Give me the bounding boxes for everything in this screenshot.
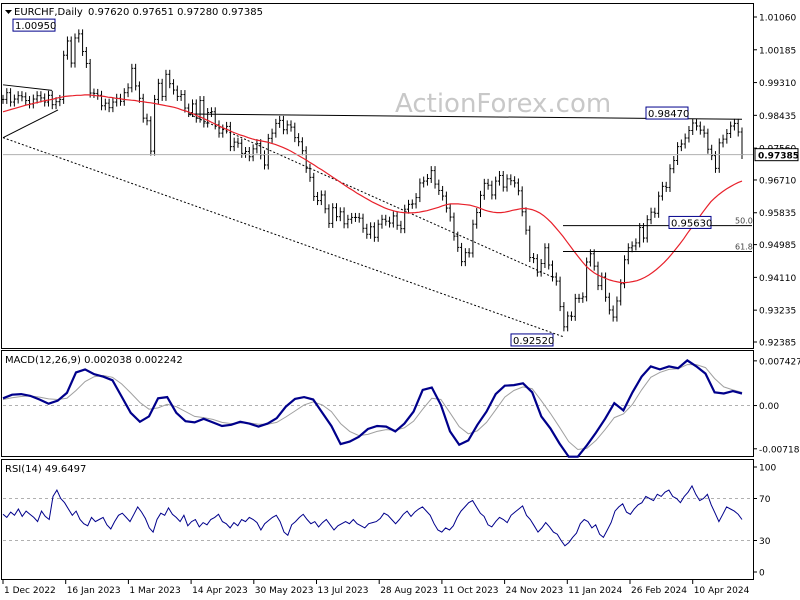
time-tick-label: 16 Jan 2023: [67, 586, 121, 596]
macd-panel-frame: [1, 350, 754, 457]
price-y-tick-label: 0.94985: [759, 241, 796, 251]
price-y-tick-label: 0.94110: [759, 274, 796, 284]
macd-panel: MACD(12,26,9) 0.002038 0.002242 0.007427…: [1, 350, 800, 458]
price-level-label: 0.95630: [671, 218, 712, 229]
price-level-label: 0.92520: [513, 336, 554, 347]
fib-level-label: 61.8: [735, 243, 753, 252]
macd-y-tick-label: -0.007186: [759, 445, 800, 455]
macd-y-tick-label: 0.00: [759, 402, 779, 412]
price-y-tick-label: 0.99310: [759, 79, 796, 89]
price-y-tick-label: 1.01060: [759, 14, 796, 24]
price-y-tick-label: 0.92385: [759, 339, 796, 349]
time-tick-label: 24 Nov 2023: [506, 586, 564, 596]
rsi-y-tick-label: 100: [759, 464, 776, 474]
time-tick-label: 1 Dec 2022: [4, 586, 56, 596]
time-tick-label: 13 Jul 2023: [318, 586, 369, 596]
current-price-label: 0.97385: [758, 152, 799, 162]
ohlc-readout: 0.97620 0.97651 0.97280 0.97385: [88, 7, 263, 18]
rsi-y-tick-label: 70: [759, 495, 771, 505]
price-y-axis: 1.010601.001850.993100.984350.975600.967…: [753, 14, 796, 349]
header: EURCHF,Daily 0.97620 0.97651 0.97280 0.9…: [5, 7, 263, 18]
rsi-y-tick-label: 30: [759, 537, 771, 547]
time-tick-label: 11 Oct 2023: [443, 586, 499, 596]
time-tick-label: 11 Jan 2024: [568, 586, 622, 596]
time-tick-label: 26 Feb 2024: [631, 586, 687, 596]
macd-title: MACD(12,26,9) 0.002038 0.002242: [5, 355, 183, 366]
price-panel-frame: [1, 3, 754, 349]
rsi-panel-frame: [1, 459, 754, 580]
rsi-y-tick-label: 0: [759, 569, 765, 579]
fib-level-label: 50.0: [735, 217, 753, 226]
price-y-tick-label: 0.93235: [759, 307, 796, 317]
rsi-title: RSI(14) 49.6497: [5, 464, 86, 475]
time-tick-label: 1 Mar 2023: [129, 586, 180, 596]
time-tick-label: 30 May 2023: [255, 586, 314, 596]
price-panel: 1.010601.001850.993100.984350.975600.967…: [1, 3, 799, 349]
watermark: ActionForex.com: [395, 89, 611, 119]
price-y-tick-label: 0.98435: [759, 112, 796, 122]
time-tick-label: 14 Apr 2023: [192, 586, 248, 596]
price-y-tick-label: 1.00185: [759, 46, 796, 56]
macd-y-tick-label: 0.007427: [759, 357, 800, 367]
eurchf-daily-chart: 1.010601.001850.993100.984350.975600.967…: [1, 3, 800, 596]
price-level-label: 0.98470: [648, 109, 689, 120]
price-y-tick-label: 0.95835: [759, 209, 796, 219]
time-axis: 1 Dec 2022 16 Jan 2023 1 Mar 2023 14 Apr 20…: [2, 580, 750, 596]
rsi-panel: RSI(14) 49.6497 100 70 30 0: [1, 459, 776, 580]
price-y-tick-label: 0.96710: [759, 176, 796, 186]
price-level-label: 1.00950: [15, 21, 56, 32]
chart-symbol-label: EURCHF,Daily: [14, 7, 83, 18]
time-tick-label: 10 Apr 2024: [694, 586, 750, 596]
time-tick-label: 28 Aug 2023: [380, 586, 438, 596]
